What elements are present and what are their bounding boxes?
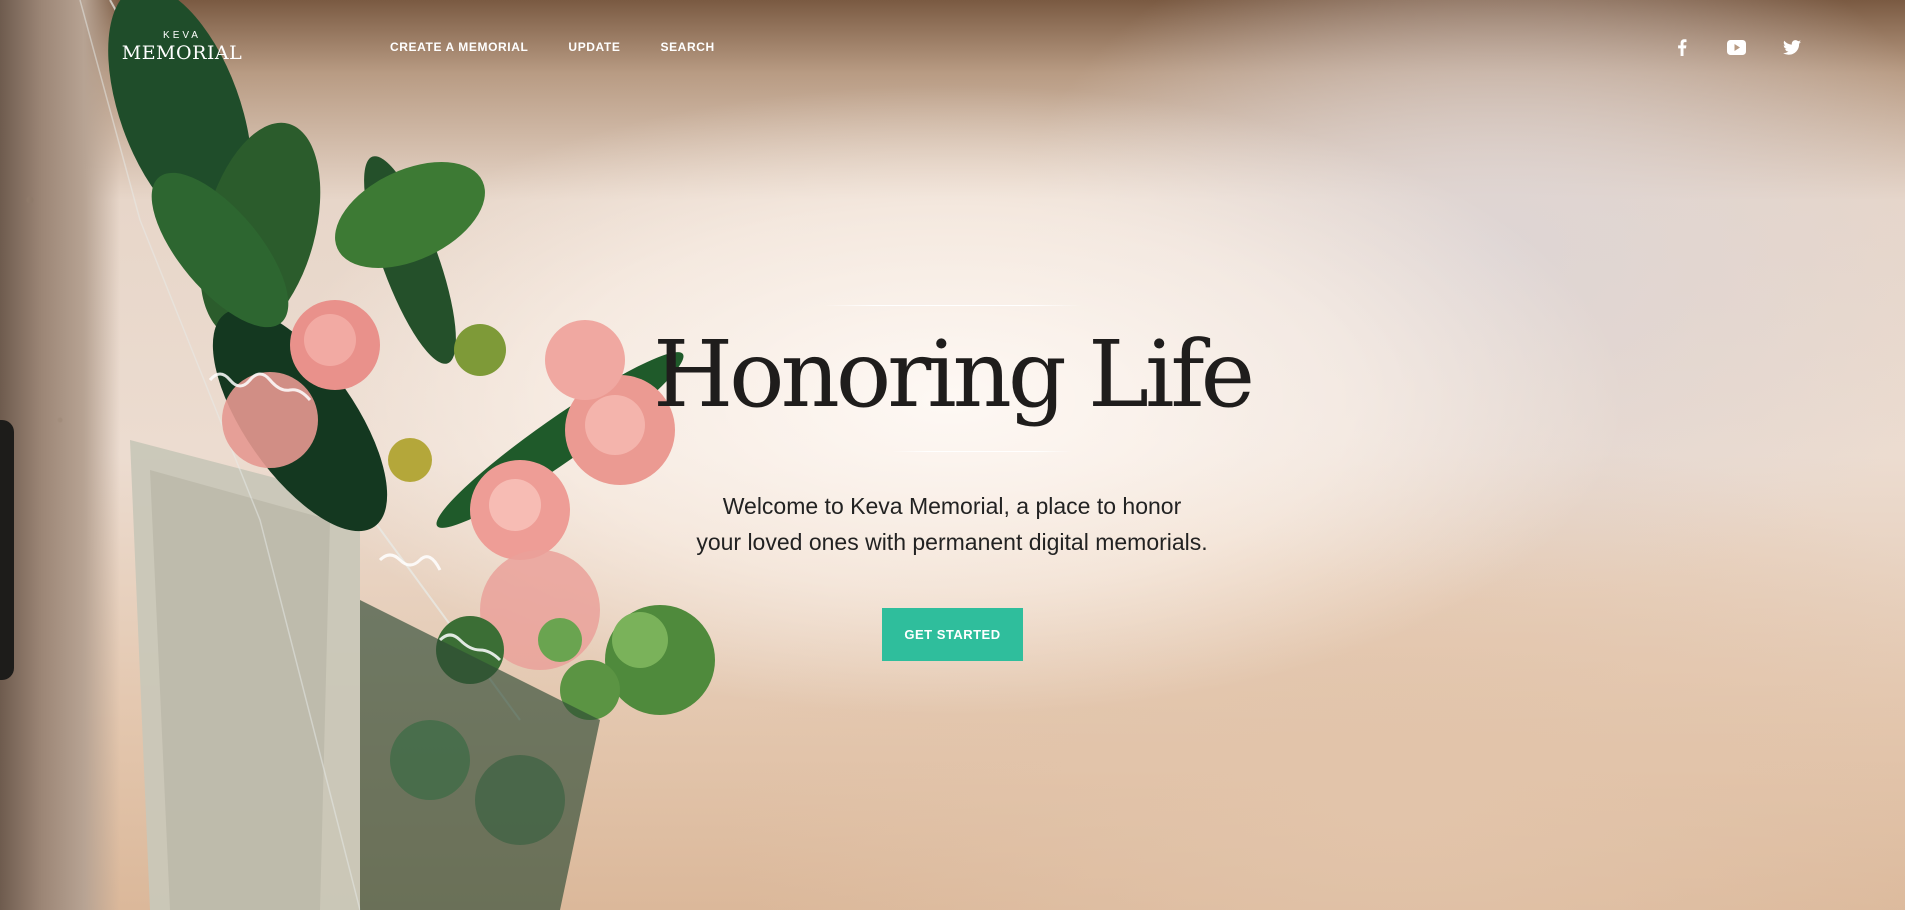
flower-bouquet-image (79, 0, 715, 910)
nav-update[interactable]: UPDATE (568, 39, 620, 55)
site-header: KEVA MEMORIAL CREATE A MEMORIAL UPDATE S… (0, 0, 1905, 96)
hero-subtitle-line-1: Welcome to Keva Memorial, a place to hon… (722, 493, 1182, 519)
title-bottom-divider (892, 451, 1072, 452)
youtube-icon[interactable] (1724, 36, 1748, 58)
main-nav: CREATE A MEMORIAL UPDATE SEARCH (390, 39, 715, 55)
title-top-divider (822, 305, 1082, 306)
site-logo[interactable]: KEVA MEMORIAL (120, 30, 244, 64)
get-started-button[interactable]: GET STARTED (882, 608, 1023, 661)
hero-background-image (0, 0, 1905, 910)
nav-search[interactable]: SEARCH (660, 39, 714, 55)
logo-bottom-text: MEMORIAL (121, 42, 243, 64)
twitter-icon[interactable] (1780, 36, 1804, 58)
hero-subtitle: Welcome to Keva Memorial, a place to hon… (602, 488, 1302, 560)
hero-subtitle-line-2: your loved ones with permanent digital m… (696, 529, 1208, 555)
facebook-icon[interactable] (1670, 36, 1694, 58)
hero-title: Honoring Life (652, 321, 1255, 428)
nav-create-memorial[interactable]: CREATE A MEMORIAL (390, 39, 528, 55)
logo-top-text: KEVA (163, 30, 201, 41)
